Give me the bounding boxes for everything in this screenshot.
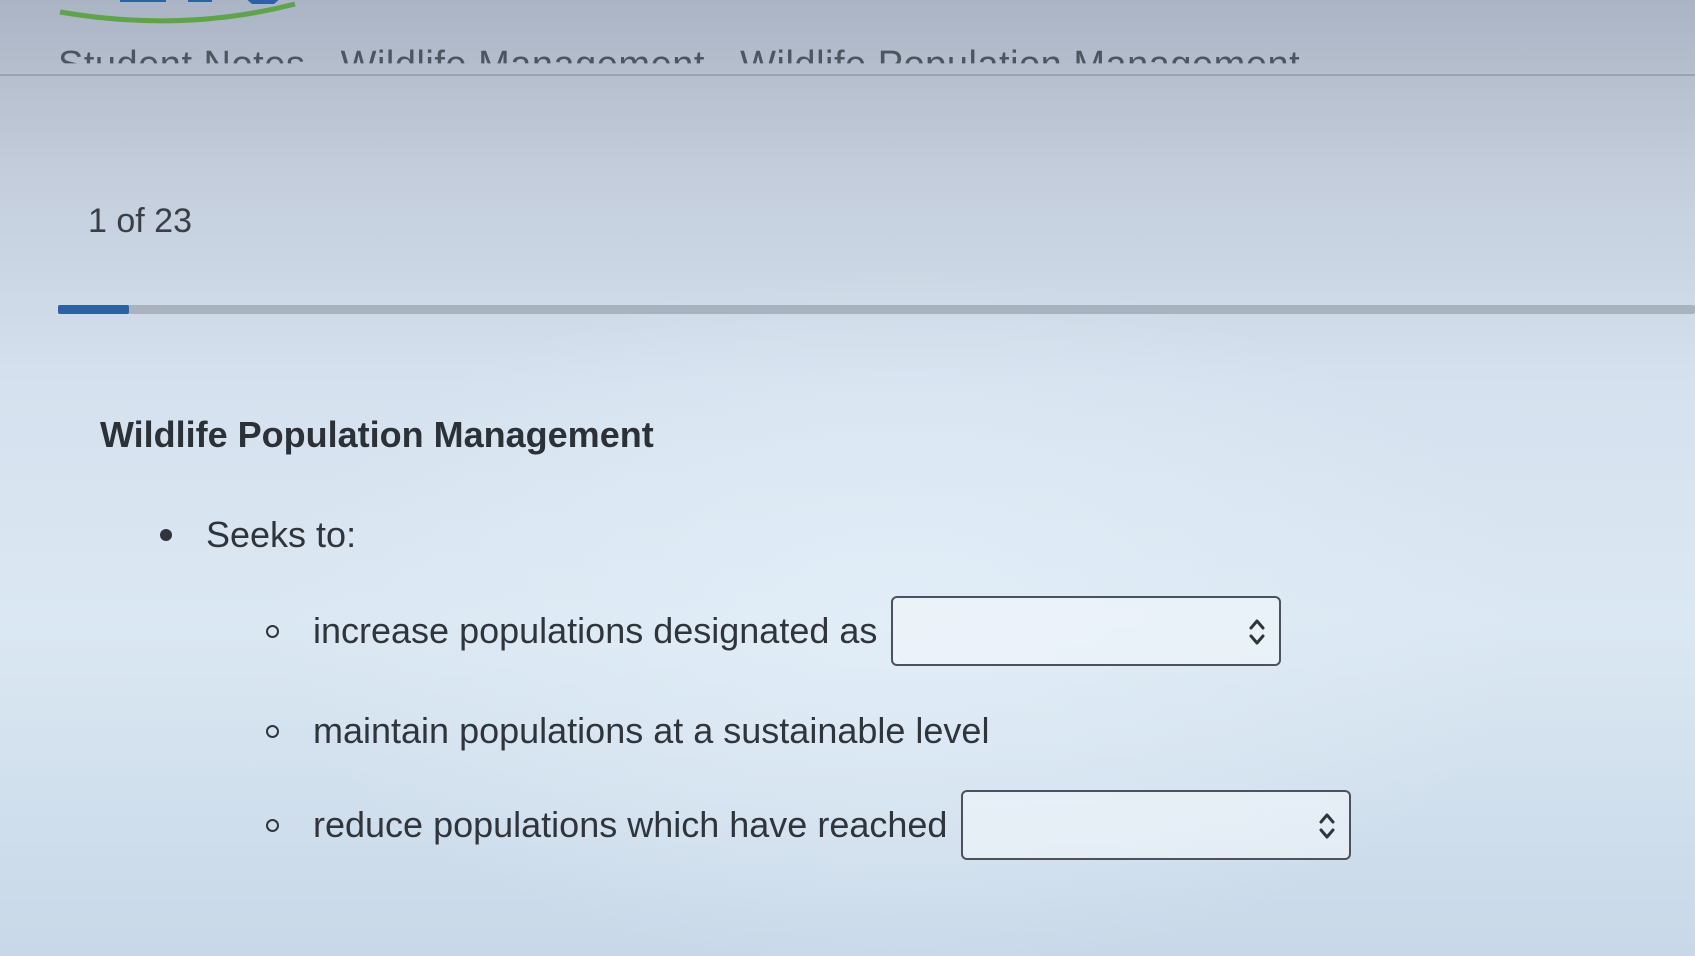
bullet-ring (266, 724, 279, 738)
section-title: Wildlife Population Management (100, 414, 654, 455)
bullet-ring (266, 624, 279, 638)
page-header-title: Student Notes - Wildlife Management - Wi… (58, 44, 1301, 86)
chevron-updown-icon (1249, 619, 1265, 645)
list-item-increase: increase populations designated as (266, 596, 1282, 666)
list-item-text: reduce populations which have reached (313, 804, 948, 845)
bullet-label: Seeks to: (206, 514, 357, 555)
bullet-dot (160, 529, 172, 541)
list-item-text: increase populations designated as (313, 610, 878, 651)
list-item-maintain: maintain populations at a sustainable le… (266, 710, 989, 752)
list-item-text: maintain populations at a sustainable le… (313, 710, 990, 751)
bullet-seeks-to: Seeks to: (160, 514, 356, 556)
progress-bar-fill (58, 305, 130, 314)
page-counter: 1 of 23 (88, 202, 192, 240)
logo-icon (59, 0, 296, 24)
header-divider (0, 74, 1695, 76)
progress-bar (58, 305, 1695, 314)
list-item-reduce: reduce populations which have reached (266, 790, 1352, 860)
reached-level-select[interactable] (961, 790, 1352, 860)
designation-select[interactable] (891, 596, 1282, 666)
bullet-ring (266, 818, 279, 832)
chevron-updown-icon (1319, 813, 1335, 839)
